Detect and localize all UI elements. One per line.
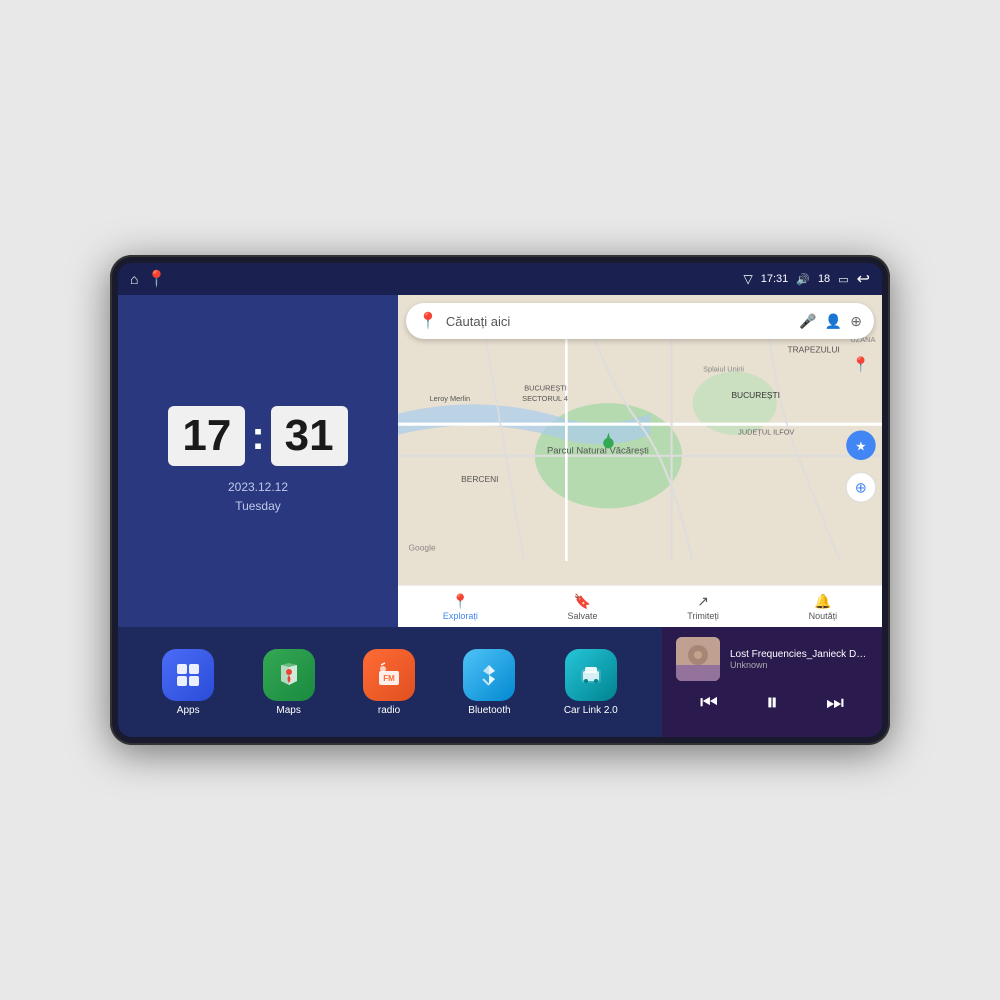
music-title: Lost Frequencies_Janieck Devy-... (730, 649, 868, 660)
status-left-icons: ⌂ 📍 (130, 269, 166, 289)
map-layers-icon[interactable]: ⊕ (850, 313, 862, 330)
music-player: Lost Frequencies_Janieck Devy-... Unknow… (662, 627, 882, 737)
car-display-device: ⌂ 📍 ▽ 17:31 🔊 18 ▭ ↩ 17 : (110, 255, 890, 745)
app-icon-apps[interactable]: Apps (162, 649, 214, 716)
svg-text:FM: FM (383, 674, 395, 683)
apps-label: Apps (177, 705, 200, 716)
main-content: 17 : 31 2023.12.12 Tuesday 📍 Căutați aic… (118, 295, 882, 737)
top-section: 17 : 31 2023.12.12 Tuesday 📍 Căutați aic… (118, 295, 882, 627)
map-widget[interactable]: 📍 Căutați aici 🎤 👤 ⊕ (398, 295, 882, 627)
carlink-label: Car Link 2.0 (564, 705, 618, 716)
map-nav-news[interactable]: 🔔 Noutăți (809, 593, 838, 621)
app-icon-maps[interactable]: Maps (263, 649, 315, 716)
date-value: 2023.12.12 (228, 478, 288, 497)
bluetooth-icon (475, 661, 503, 689)
svg-text:BUCUREȘTI: BUCUREȘTI (731, 390, 780, 400)
music-text: Lost Frequencies_Janieck Devy-... Unknow… (730, 649, 868, 670)
album-art-svg (676, 637, 720, 681)
status-bar: ⌂ 📍 ▽ 17:31 🔊 18 ▭ ↩ (118, 263, 882, 295)
home-icon[interactable]: ⌂ (130, 271, 138, 287)
clock-colon: : (251, 416, 264, 456)
svg-text:BERCENI: BERCENI (461, 474, 498, 484)
status-right-info: ▽ 17:31 🔊 18 ▭ ↩ (743, 269, 870, 289)
map-search-placeholder[interactable]: Căutați aici (446, 314, 791, 329)
saved-icon: 🔖 (574, 593, 591, 610)
map-mic-icon[interactable]: 🎤 (799, 313, 816, 330)
explore-label: Explorați (443, 611, 478, 621)
time-display: 17:31 (761, 273, 789, 285)
map-avatar-icon[interactable]: 👤 (825, 313, 842, 330)
svg-text:Google: Google (409, 542, 436, 552)
music-next-button[interactable]: ⏭ (826, 692, 844, 715)
map-bottom-nav: 📍 Explorați 🔖 Salvate ↗ Trimiteți 🔔 (398, 585, 882, 627)
map-nav-share[interactable]: ↗ Trimiteți (687, 593, 719, 621)
clock-display: 17 : 31 (168, 406, 347, 466)
music-play-pause-button[interactable]: ⏸ (766, 689, 778, 717)
music-info-row: Lost Frequencies_Janieck Devy-... Unknow… (676, 637, 868, 681)
carlink-icon-bg (565, 649, 617, 701)
maps-label: Maps (276, 705, 300, 716)
maps-icon-bg (263, 649, 315, 701)
app-icon-carlink[interactable]: Car Link 2.0 (564, 649, 618, 716)
radio-label: radio (378, 705, 400, 716)
svg-text:TRAPEZULUI: TRAPEZULUI (787, 345, 839, 355)
svg-text:⊕: ⊕ (855, 481, 867, 497)
music-album-art (676, 637, 720, 681)
svg-text:Parcul Natural Văcărești: Parcul Natural Văcărești (547, 446, 649, 457)
maps-pin-icon[interactable]: 📍 (146, 269, 166, 289)
apps-icon-bg (162, 649, 214, 701)
radio-icon-bg: FM (363, 649, 415, 701)
volume-icon: 🔊 (796, 273, 810, 286)
svg-text:★: ★ (855, 440, 866, 454)
app-icons-area: Apps Maps (118, 627, 662, 737)
clock-date: 2023.12.12 Tuesday (228, 478, 288, 516)
map-nav-saved[interactable]: 🔖 Salvate (568, 593, 598, 621)
map-google-pin-icon: 📍 (418, 311, 438, 331)
music-artist: Unknown (730, 660, 868, 670)
app-icon-radio[interactable]: FM radio (363, 649, 415, 716)
signal-icon: ▽ (743, 272, 752, 286)
svg-text:📍: 📍 (852, 356, 870, 374)
signal-strength: 18 (818, 273, 830, 285)
music-prev-button[interactable]: ⏮ (700, 692, 718, 715)
device-screen: ⌂ 📍 ▽ 17:31 🔊 18 ▭ ↩ 17 : (118, 263, 882, 737)
share-icon: ↗ (697, 593, 709, 610)
saved-label: Salvate (568, 611, 598, 621)
svg-text:BUCUREȘTI: BUCUREȘTI (524, 384, 567, 393)
svg-text:Leroy Merlin: Leroy Merlin (430, 394, 471, 403)
battery-icon: ▭ (838, 273, 848, 286)
maps-icon (275, 661, 303, 689)
app-icon-bluetooth[interactable]: Bluetooth (463, 649, 515, 716)
map-search-bar[interactable]: 📍 Căutați aici 🎤 👤 ⊕ (406, 303, 874, 339)
clock-minutes: 31 (271, 406, 348, 466)
map-nav-explore[interactable]: 📍 Explorați (443, 593, 478, 621)
share-label: Trimiteți (687, 611, 719, 621)
bluetooth-icon-bg (463, 649, 515, 701)
news-label: Noutăți (809, 611, 838, 621)
svg-text:JUDEȚUL ILFOV: JUDEȚUL ILFOV (738, 428, 794, 437)
carlink-icon (577, 661, 605, 689)
explore-icon: 📍 (452, 593, 469, 610)
music-controls: ⏮ ⏸ ⏭ (676, 689, 868, 717)
clock-hours: 17 (168, 406, 245, 466)
svg-text:SECTORUL 4: SECTORUL 4 (522, 394, 568, 403)
bluetooth-label: Bluetooth (468, 705, 510, 716)
clock-widget: 17 : 31 2023.12.12 Tuesday (118, 295, 398, 627)
back-icon[interactable]: ↩ (857, 269, 870, 289)
day-value: Tuesday (228, 497, 288, 516)
radio-icon: FM (375, 661, 403, 689)
news-icon: 🔔 (814, 593, 831, 610)
svg-text:Splaiul Unirii: Splaiul Unirii (703, 365, 744, 374)
bottom-section: Apps Maps (118, 627, 882, 737)
apps-grid-icon (174, 661, 202, 689)
